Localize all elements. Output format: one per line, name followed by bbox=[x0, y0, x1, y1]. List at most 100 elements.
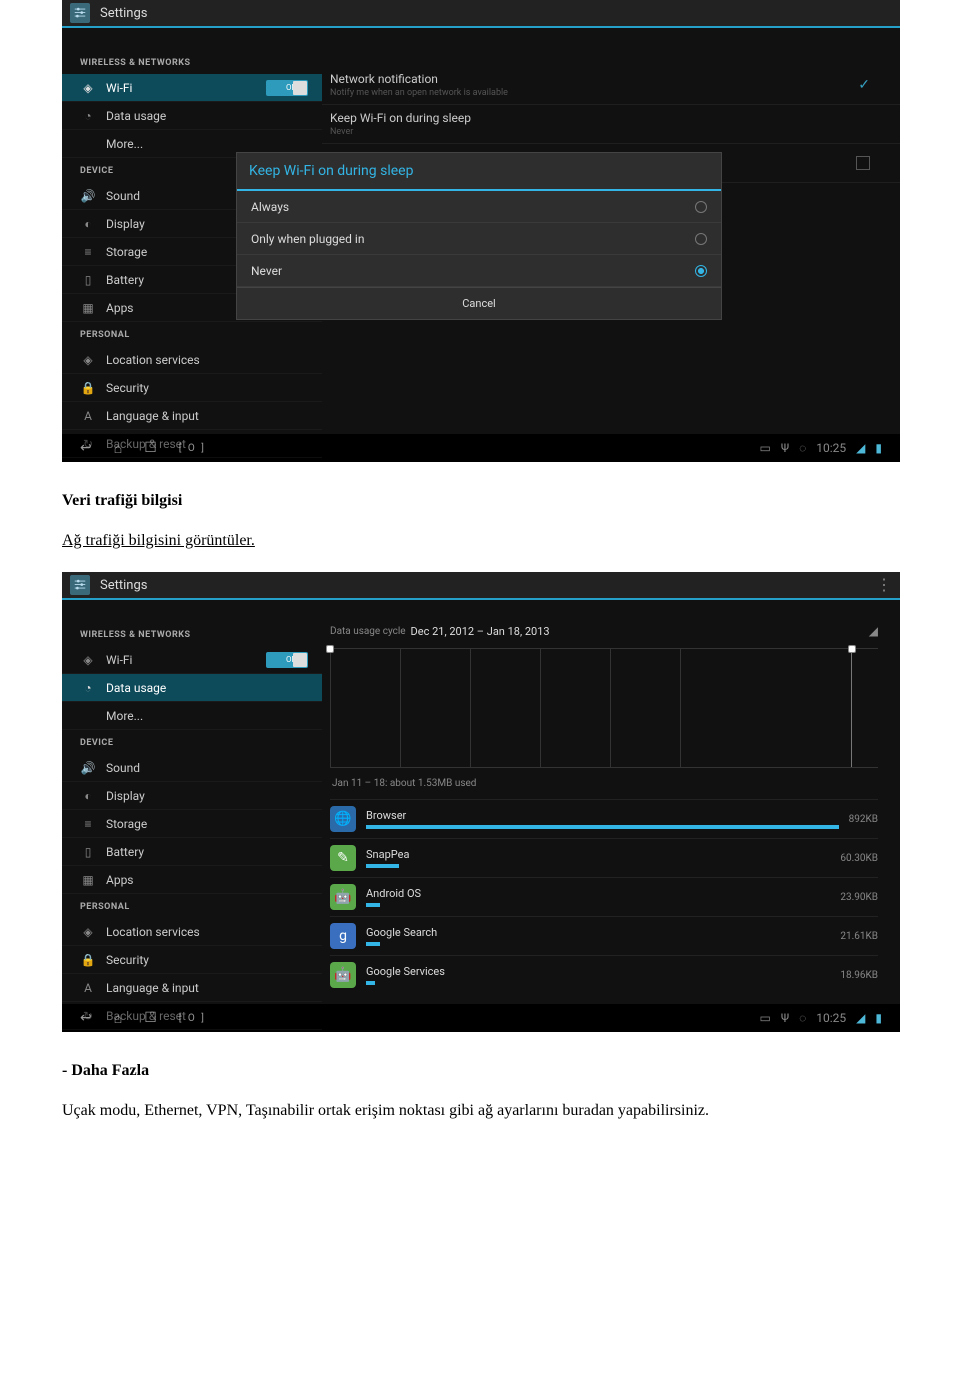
option-label: Only when plugged in bbox=[251, 232, 364, 246]
app-icon: 🌐 bbox=[330, 806, 356, 832]
sidebar-item-label: Data usage bbox=[106, 681, 166, 695]
app-icon: g bbox=[330, 923, 356, 949]
dialog-option-plugged[interactable]: Only when plugged in bbox=[237, 223, 721, 255]
setting-keep-wifi-sleep[interactable]: Keep Wi-Fi on during sleep Never bbox=[322, 105, 900, 144]
app-usage-size: 21.61KB bbox=[840, 931, 878, 942]
dialog-option-never[interactable]: Never bbox=[237, 255, 721, 287]
sidebar-item-security[interactable]: 🔒 Security bbox=[62, 374, 322, 402]
app-usage-row[interactable]: gGoogle Search21.61KB bbox=[330, 916, 878, 955]
usage-chart[interactable] bbox=[330, 648, 878, 768]
setting-network-notification[interactable]: Network notification Notify me when an o… bbox=[322, 66, 900, 105]
usb-icon: Ψ bbox=[781, 1011, 789, 1025]
clock: 10:25 bbox=[816, 441, 846, 455]
sidebar-item-label: Backup & reset bbox=[106, 1009, 186, 1023]
radio-selected-icon bbox=[695, 265, 707, 277]
usage-bar bbox=[366, 981, 375, 985]
sidebar-item-label: Location services bbox=[106, 925, 200, 939]
sidebar-item-backup[interactable]: ↻ Backup & reset bbox=[62, 1002, 322, 1030]
app-icon: 🤖 bbox=[330, 884, 356, 910]
sidebar-item-security[interactable]: 🔒 Security bbox=[62, 946, 322, 974]
apps-icon: ▦ bbox=[80, 872, 96, 888]
app-usage-row[interactable]: ✎SnapPea60.30KB bbox=[330, 838, 878, 877]
setting-title: Keep Wi-Fi on during sleep bbox=[330, 111, 870, 125]
titlebar: Settings ⋮ bbox=[62, 572, 900, 600]
sidebar-item-label: Sound bbox=[106, 189, 140, 203]
battery-status-icon: ▮ bbox=[875, 441, 882, 455]
sidebar-item-backup[interactable]: ↻ Backup & reset bbox=[62, 430, 322, 458]
sidebar-item-display[interactable]: ◐ Display bbox=[62, 782, 322, 810]
backup-icon: ↻ bbox=[80, 436, 96, 452]
page-title: Settings bbox=[100, 6, 147, 21]
sidebar-item-label: Display bbox=[106, 789, 145, 803]
sidebar-item-language[interactable]: A Language & input bbox=[62, 402, 322, 430]
sidebar-item-more[interactable]: More... bbox=[62, 702, 322, 730]
app-usage-list: 🌐Browser892KB✎SnapPea60.30KB🤖Android OS2… bbox=[330, 799, 878, 994]
data-usage-icon: ◔ bbox=[80, 108, 96, 124]
sidebar-item-language[interactable]: A Language & input bbox=[62, 974, 322, 1002]
blank-icon bbox=[80, 708, 96, 724]
sidebar-item-label: Storage bbox=[106, 817, 147, 831]
setting-subtitle: Notify me when an open network is availa… bbox=[330, 88, 858, 98]
language-icon: A bbox=[80, 980, 96, 996]
sidebar-item-label: Apps bbox=[106, 301, 134, 315]
app-usage-row[interactable]: 🤖 Google Services 18.96KB bbox=[330, 955, 878, 994]
sidebar-item-location[interactable]: ◈ Location services bbox=[62, 918, 322, 946]
wifi-toggle-on[interactable]: ON bbox=[266, 652, 308, 668]
cycle-spinner[interactable]: Data usage cycle Dec 21, 2012 – Jan 18, … bbox=[330, 624, 878, 638]
app-usage-size: 18.96KB bbox=[840, 970, 878, 981]
sidebar-item-sound[interactable]: 🔊 Sound bbox=[62, 754, 322, 782]
sdcard-icon: ▭ bbox=[759, 1011, 770, 1025]
sidebar-item-apps[interactable]: ▦ Apps bbox=[62, 866, 322, 894]
app-name: Google Services bbox=[366, 965, 830, 978]
sidebar-item-battery[interactable]: ▯ Battery bbox=[62, 838, 322, 866]
sidebar-item-label: Language & input bbox=[106, 981, 199, 995]
sidebar-item-wifi[interactable]: ◈ Wi-Fi ON bbox=[62, 74, 322, 102]
sidebar-item-label: More... bbox=[106, 137, 143, 151]
debug-icon: ◌ bbox=[799, 1011, 806, 1025]
sidebar-item-storage[interactable]: ≡ Storage bbox=[62, 810, 322, 838]
dialog-option-always[interactable]: Always bbox=[237, 191, 721, 223]
checkbox-icon[interactable] bbox=[856, 156, 870, 170]
sidebar-item-label: Location services bbox=[106, 353, 200, 367]
section-header-wireless: WIRELESS & NETWORKS bbox=[62, 50, 322, 74]
doc-paragraph: Uçak modu, Ethernet, VPN, Taşınabilir or… bbox=[62, 1100, 900, 1122]
sidebar-item-wifi[interactable]: ◈ Wi-Fi ON bbox=[62, 646, 322, 674]
battery-status-icon: ▮ bbox=[875, 1011, 882, 1025]
android-settings-screenshot-2: Settings ⋮ WIRELESS & NETWORKS ◈ Wi-Fi O… bbox=[62, 572, 900, 1032]
clock: 10:25 bbox=[816, 1011, 846, 1025]
sidebar-item-label: Security bbox=[106, 381, 149, 395]
display-icon: ◐ bbox=[80, 216, 96, 232]
app-usage-size: 60.30KB bbox=[840, 853, 878, 864]
sdcard-icon: ▭ bbox=[759, 441, 770, 455]
sidebar-item-label: Sound bbox=[106, 761, 140, 775]
option-label: Always bbox=[251, 200, 289, 214]
app-name: SnapPea bbox=[366, 848, 830, 861]
sidebar-item-location[interactable]: ◈ Location services bbox=[62, 346, 322, 374]
data-usage-icon: ◔ bbox=[80, 680, 96, 696]
sidebar-item-label: Backup & reset bbox=[106, 437, 186, 451]
doc-heading: Veri trafiği bilgisi bbox=[62, 492, 900, 510]
usb-icon: Ψ bbox=[781, 441, 789, 455]
section-header-wireless: WIRELESS & NETWORKS bbox=[62, 622, 322, 646]
android-settings-screenshot-1: Settings WIRELESS & NETWORKS ◈ Wi-Fi ON … bbox=[62, 0, 900, 462]
storage-icon: ≡ bbox=[80, 816, 96, 832]
usage-summary: Jan 11 – 18: about 1.53MB used bbox=[330, 774, 878, 799]
overflow-menu-icon[interactable]: ⋮ bbox=[876, 577, 892, 593]
sidebar-item-data-usage[interactable]: ◔ Data usage bbox=[62, 674, 322, 702]
app-icon: 🤖 bbox=[330, 962, 356, 988]
radio-icon bbox=[695, 201, 707, 213]
sidebar-item-data-usage[interactable]: ◔ Data usage bbox=[62, 102, 322, 130]
app-name: Android OS bbox=[366, 887, 830, 900]
app-usage-row[interactable]: 🌐Browser892KB bbox=[330, 799, 878, 838]
document-section-2: - Daha Fazla Uçak modu, Ethernet, VPN, T… bbox=[0, 1032, 960, 1142]
app-usage-row[interactable]: 🤖Android OS23.90KB bbox=[330, 877, 878, 916]
radio-icon bbox=[695, 233, 707, 245]
sidebar-item-label: Display bbox=[106, 217, 145, 231]
debug-icon: ◌ bbox=[799, 441, 806, 455]
battery-icon: ▯ bbox=[80, 272, 96, 288]
dialog-cancel-button[interactable]: Cancel bbox=[237, 287, 721, 319]
wifi-toggle-on[interactable]: ON bbox=[266, 80, 308, 96]
sidebar-item-label: Data usage bbox=[106, 109, 166, 123]
sound-icon: 🔊 bbox=[80, 188, 96, 204]
wifi-icon: ◈ bbox=[80, 652, 96, 668]
